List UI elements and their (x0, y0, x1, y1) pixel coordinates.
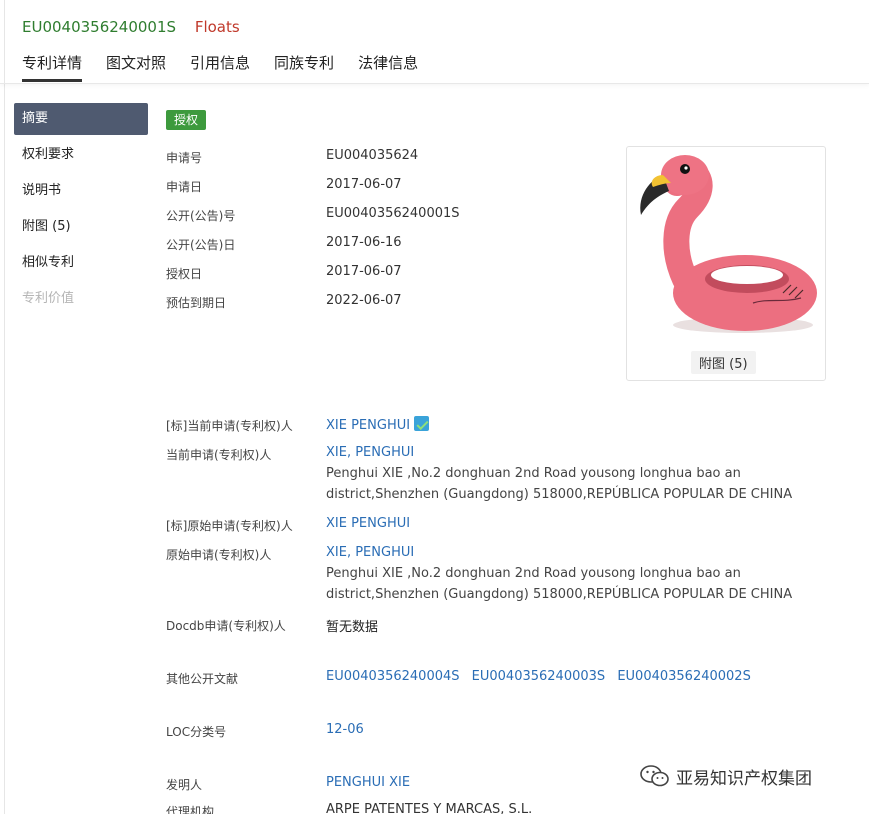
current-applicant-address-line-1: Penghui XIE ,No.2 donghuan 2nd Road yous… (326, 466, 741, 481)
field-label-inventor: 发明人 (166, 778, 203, 792)
sidebar-item-similar[interactable]: 相似专利 (14, 247, 148, 283)
thumbnail-caption[interactable]: 附图 (5) (691, 351, 756, 374)
field-value-pub-date: 2017-06-16 (326, 235, 402, 250)
flamingo-float-image[interactable] (633, 153, 819, 343)
tab-citations[interactable]: 引用信息 (190, 52, 250, 82)
original-applicant-address-line-1: Penghui XIE ,No.2 donghuan 2nd Road yous… (326, 566, 741, 581)
field-value-docdb: 暂无数据 (326, 620, 379, 635)
other-pub-link[interactable]: EU0040356240003S (472, 669, 606, 684)
tab-family[interactable]: 同族专利 (274, 52, 334, 82)
tab-bar: 专利详情 图文对照 引用信息 同族专利 法律信息 (22, 52, 418, 82)
field-value-app-no: EU004035624 (326, 148, 419, 163)
field-label-std-original-applicant: [标]原始申请(专利权)人 (166, 519, 293, 533)
inventor-link[interactable]: PENGHUI XIE (326, 775, 410, 790)
status-badge: 授权 (166, 110, 207, 130)
current-applicant-link[interactable]: XIE, PENGHUI (326, 445, 414, 460)
sidebar-item-value: 专利价值 (22, 291, 75, 306)
other-pub-link[interactable]: EU0040356240004S (326, 669, 460, 684)
field-value-agency: ARPE PATENTES Y MARCAS, S.L. (326, 802, 533, 814)
sidebar-item-description[interactable]: 说明书 (14, 175, 148, 211)
field-label-current-applicant: 当前申请(专利权)人 (166, 448, 272, 462)
std-current-applicant-link[interactable]: XIE PENGHUI (326, 418, 410, 433)
original-applicant-address: Penghui XIE ,No.2 donghuan 2nd Road yous… (326, 563, 796, 605)
tab-legal[interactable]: 法律信息 (358, 52, 418, 82)
publication-number: EU0040356240001S (22, 18, 177, 36)
field-label-std-current-applicant: [标]当前申请(专利权)人 (166, 419, 293, 433)
patent-header: EU0040356240001S Floats 专利详情 图文对照 引用信息 同… (0, 0, 869, 84)
sidebar-item-claims[interactable]: 权利要求 (14, 139, 148, 175)
other-pub-list: EU0040356240004S EU0040356240003S EU0040… (326, 669, 759, 684)
original-applicant-address-line-2: district,Shenzhen (Guangdong) 518000,REP… (326, 587, 793, 602)
sidebar-item-drawings[interactable]: 附图 (5) (14, 211, 148, 247)
sidebar-item-abstract[interactable]: 摘要 (14, 103, 148, 135)
field-value-app-date: 2017-06-07 (326, 177, 402, 192)
other-pub-link[interactable]: EU0040356240002S (617, 669, 751, 684)
loc-class-link[interactable]: 12-06 (326, 722, 364, 737)
title-row: EU0040356240001S Floats (22, 18, 240, 36)
field-label-loc: LOC分类号 (166, 725, 227, 739)
field-label-expiry-date: 预估到期日 (166, 296, 227, 310)
watermark: 亚易知识产权集团 (640, 763, 812, 789)
patent-title: Floats (194, 18, 240, 36)
field-value-expiry-date: 2022-06-07 (326, 293, 402, 308)
field-label-agency: 代理机构 (166, 805, 215, 814)
section-sidebar: 摘要 权利要求 说明书 附图 (5) 相似专利 专利价值 (14, 103, 148, 319)
field-label-pub-no: 公开(公告)号 (166, 209, 236, 223)
field-label-original-applicant: 原始申请(专利权)人 (166, 548, 272, 562)
current-applicant-address-line-2: district,Shenzhen (Guangdong) 518000,REP… (326, 487, 793, 502)
field-value-std-original-applicant: XIE PENGHUI (326, 516, 410, 531)
field-label-pub-date: 公开(公告)日 (166, 238, 236, 252)
current-applicant-address: Penghui XIE ,No.2 donghuan 2nd Road yous… (326, 463, 796, 505)
field-value-inventor: PENGHUI XIE (326, 775, 410, 790)
original-applicant-link[interactable]: XIE, PENGHUI (326, 545, 414, 560)
field-value-loc: 12-06 (326, 722, 364, 737)
field-value-original-applicant: XIE, PENGHUI (326, 545, 414, 560)
verified-icon (414, 416, 430, 431)
field-value-pub-no: EU0040356240001S (326, 206, 460, 221)
field-value-current-applicant: XIE, PENGHUI (326, 445, 414, 460)
left-divider (4, 0, 5, 814)
field-label-other-pub: 其他公开文献 (166, 672, 239, 686)
tab-text-image[interactable]: 图文对照 (106, 52, 166, 82)
watermark-text: 亚易知识产权集团 (676, 768, 812, 789)
field-label-grant-date: 授权日 (166, 267, 203, 281)
field-label-docdb: Docdb申请(专利权)人 (166, 619, 286, 633)
std-original-applicant-link[interactable]: XIE PENGHUI (326, 516, 410, 531)
field-value-grant-date: 2017-06-07 (326, 264, 402, 279)
field-label-app-no: 申请号 (166, 151, 203, 165)
drawing-thumbnail-card[interactable]: 附图 (5) (626, 146, 826, 381)
wechat-icon (640, 765, 669, 787)
tab-patent-details[interactable]: 专利详情 (22, 52, 83, 82)
field-value-std-current-applicant: XIE PENGHUI (326, 416, 430, 433)
field-label-app-date: 申请日 (166, 180, 203, 194)
